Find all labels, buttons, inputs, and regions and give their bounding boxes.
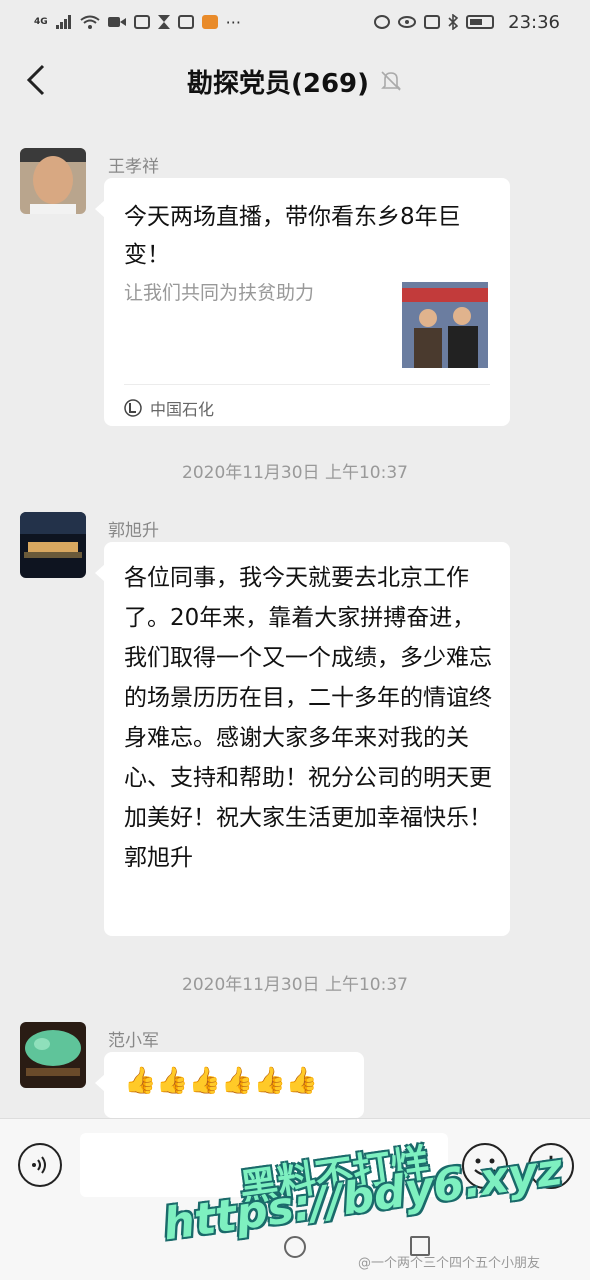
voice-input-button[interactable]: [18, 1143, 62, 1187]
weibo-watermark: @一个两个三个四个五个小朋友: [358, 1256, 541, 1271]
signal-icon: [55, 15, 71, 29]
wifi-icon: [80, 15, 100, 29]
night-scene-avatar-icon: [20, 512, 86, 578]
card-divider: [124, 384, 490, 385]
avatar-fan[interactable]: [20, 1022, 86, 1088]
jade-avatar-icon: [20, 1022, 86, 1088]
sender-name: 范小军: [108, 1031, 159, 1051]
sender-name: 郭旭升: [108, 521, 159, 541]
more-notifications-icon: ···: [225, 12, 241, 32]
video-icon: [107, 17, 126, 27]
home-nav-button[interactable]: [284, 1236, 306, 1258]
card-source-label: 中国石化: [150, 400, 215, 419]
thumbs-up-emojis: 👍👍👍👍👍👍: [124, 1066, 319, 1096]
qq-notification-icon: [177, 15, 194, 29]
card-title: 今天两场直播，带你看东乡8年巨变！: [124, 204, 461, 268]
avatar-wang[interactable]: [20, 148, 86, 214]
person-avatar-icon: [20, 148, 86, 214]
timestamp: 2020年11月30日 上午10:37: [182, 463, 408, 483]
voice-icon: [32, 1156, 46, 1174]
message-text: 各位同事，我今天就要去北京工作了。20年来，靠着大家拼搏奋进，我们取得一个又一个…: [124, 565, 492, 871]
mute-bell-icon: [381, 71, 401, 91]
card-description: 让我们共同为扶贫助力: [124, 282, 315, 304]
back-button[interactable]: [18, 62, 54, 98]
bluetooth-icon: [448, 14, 459, 30]
sinopec-logo-icon: [124, 399, 142, 417]
chat-title: 勘探党员(269): [186, 68, 370, 99]
card-thumbnail: [402, 282, 488, 368]
app-notification-icon: [133, 15, 150, 29]
video-app-notification-icon: [201, 15, 218, 29]
status-bar: 4G ··· 23:36: [0, 0, 590, 44]
chevron-left-icon: [26, 64, 45, 96]
card-source: 中国石化: [124, 396, 214, 420]
status-right-icons: 23:36: [374, 12, 560, 33]
message-bubble[interactable]: 👍👍👍👍👍👍: [95, 1052, 364, 1118]
hourglass-icon: [157, 15, 170, 29]
sender-name: 王孝祥: [108, 157, 159, 177]
avatar-guo[interactable]: [20, 512, 86, 578]
network-type: 4G: [34, 17, 48, 27]
timestamp: 2020年11月30日 上午10:37: [182, 975, 408, 995]
clock: 23:36: [508, 11, 560, 33]
message-bubble[interactable]: 各位同事，我今天就要去北京工作了。20年来，靠着大家拼搏奋进，我们取得一个又一个…: [95, 542, 510, 936]
battery-icon: [466, 15, 495, 29]
nfc-mode-icon: [374, 15, 391, 29]
nfc-icon: [424, 15, 441, 29]
people-photo-icon: [402, 282, 488, 368]
status-left-icons: 4G ···: [34, 13, 241, 32]
chat-header: 勘探党员(269): [0, 44, 590, 118]
eye-icon: [398, 16, 417, 28]
link-card[interactable]: 今天两场直播，带你看东乡8年巨变！ 让我们共同为扶贫助力 中国石化: [95, 178, 510, 426]
